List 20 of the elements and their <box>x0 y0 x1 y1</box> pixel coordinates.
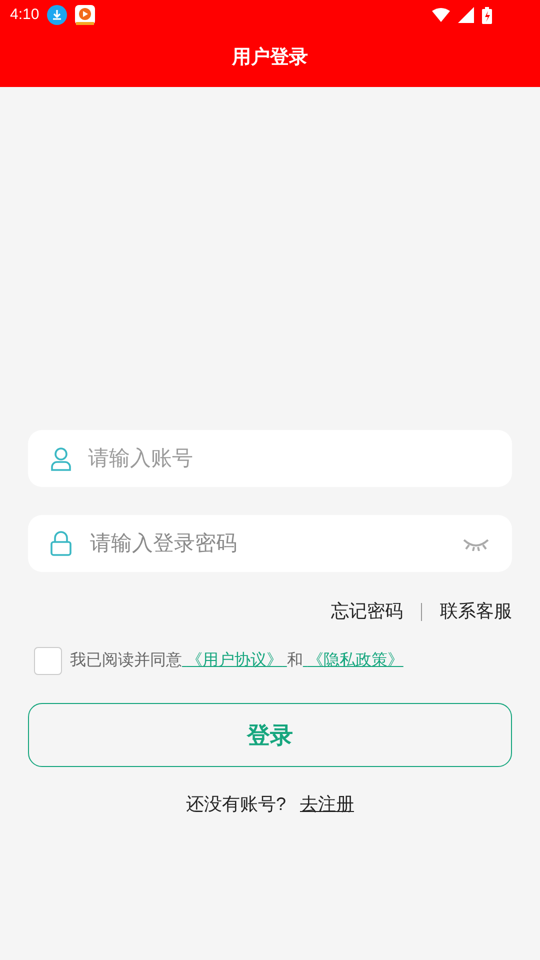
wifi-icon <box>432 8 450 22</box>
page-title: 用户登录 <box>232 46 308 70</box>
app-icon <box>75 5 96 25</box>
register-link[interactable]: 去注册 <box>300 791 354 818</box>
account-field[interactable]: 请输入账号 <box>28 430 512 487</box>
agreement-checkbox[interactable] <box>34 647 62 675</box>
register-prompt: 还没有账号? <box>186 793 286 816</box>
battery-icon <box>482 6 492 24</box>
forgot-password-link[interactable]: 忘记密码 <box>331 598 403 625</box>
agreement-text: 我已阅读并同意 《用户协议》 和 《隐私政策》 <box>70 650 404 671</box>
account-input[interactable]: 请输入账号 <box>88 442 490 474</box>
lock-icon <box>50 530 72 556</box>
closed-eye-icon[interactable] <box>462 536 490 550</box>
user-icon <box>50 446 72 470</box>
password-field[interactable]: 请输入登录密码 <box>28 515 512 572</box>
signal-icon <box>458 7 474 23</box>
password-input[interactable]: 请输入登录密码 <box>90 528 444 560</box>
download-icon <box>47 5 68 25</box>
customer-service-link[interactable]: 联系客服 <box>440 598 512 625</box>
status-time: 4:10 <box>10 4 40 25</box>
